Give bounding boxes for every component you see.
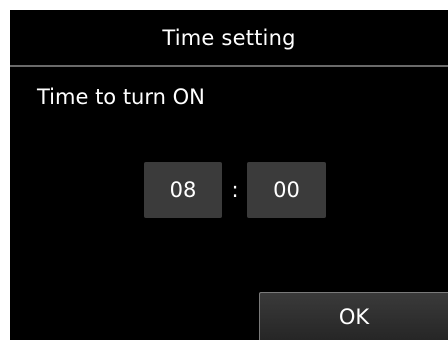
minutes-field[interactable]: 00 bbox=[247, 162, 326, 218]
hours-field[interactable]: 08 bbox=[144, 162, 222, 218]
time-prompt-label: Time to turn ON bbox=[37, 85, 205, 109]
lcd-screen: Time setting Time to turn ON 08 : 00 OK bbox=[10, 10, 448, 340]
page-title: Time setting bbox=[162, 25, 296, 50]
time-separator: : bbox=[231, 178, 239, 202]
title-divider bbox=[10, 65, 448, 67]
ok-button[interactable]: OK bbox=[259, 292, 448, 340]
